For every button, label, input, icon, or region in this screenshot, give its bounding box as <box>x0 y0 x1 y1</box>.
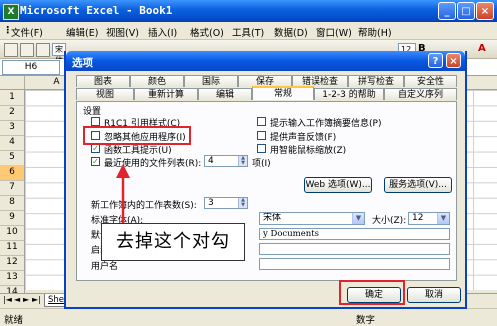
instruction-callout: 去掉这个对勾 <box>101 223 245 261</box>
arrow-head-icon <box>116 164 130 178</box>
annotation-arrow <box>116 164 130 224</box>
